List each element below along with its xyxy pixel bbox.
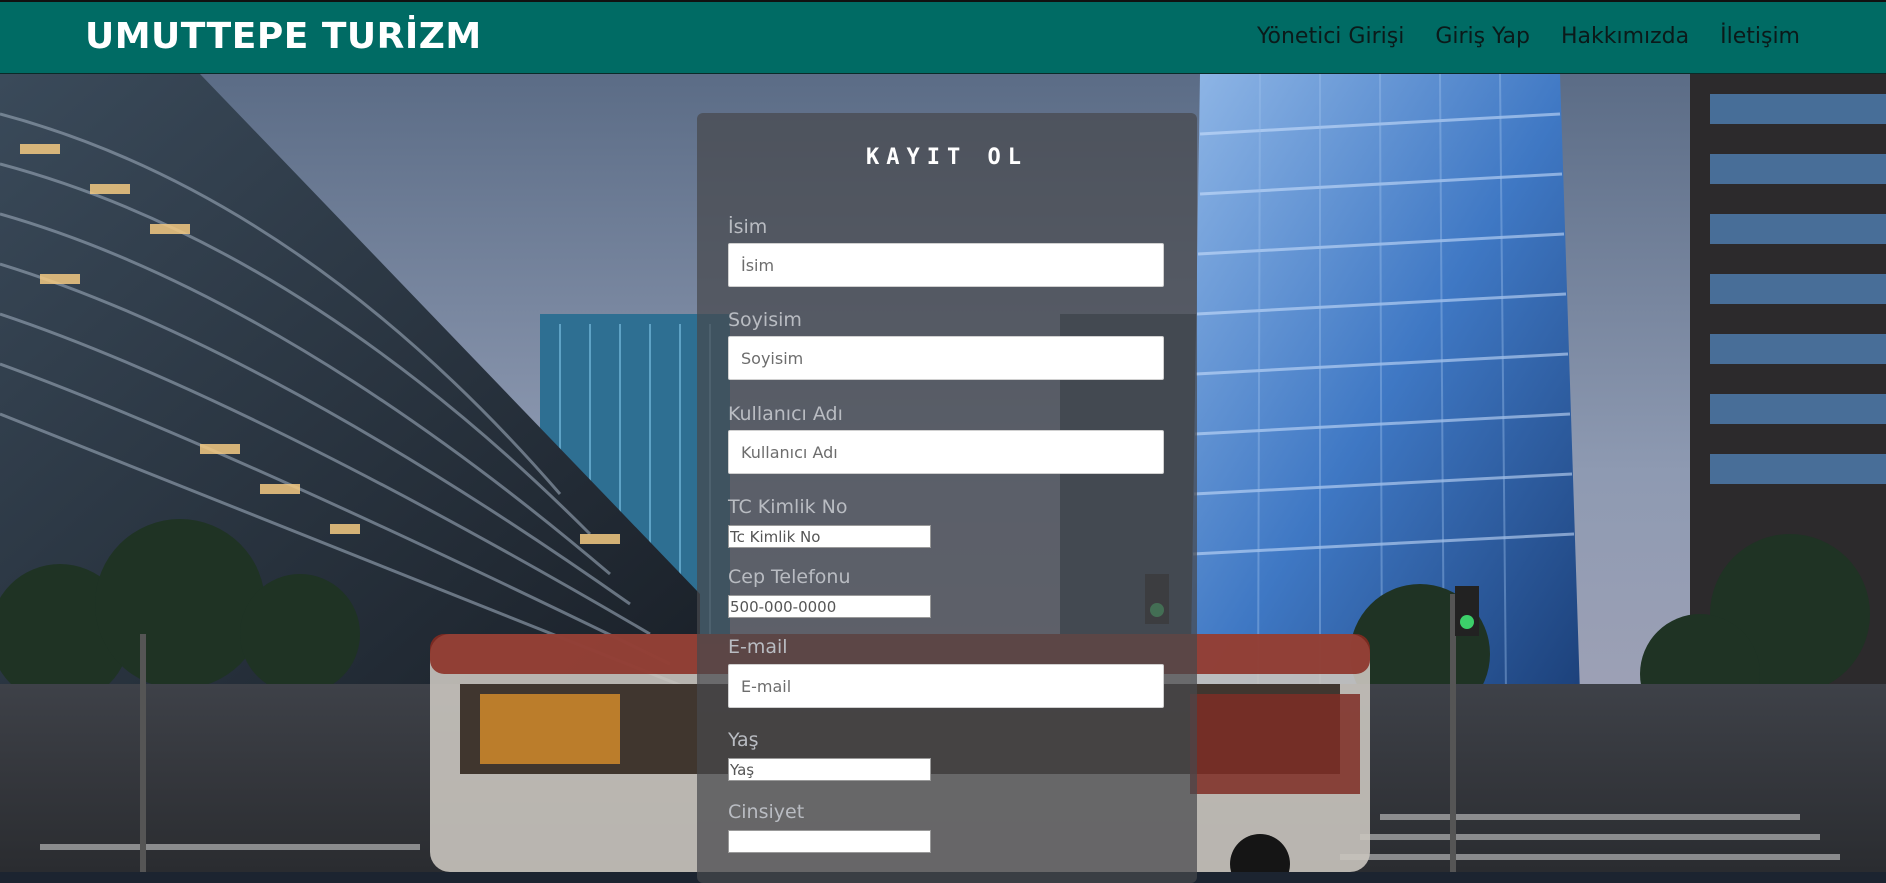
register-title: KAYIT OL	[866, 145, 1028, 170]
label-username: Kullanıcı Adı	[728, 403, 843, 425]
gender-input[interactable]	[728, 830, 931, 853]
top-navbar: UMUTTEPE TURİZM Yönetici Girişi Giriş Ya…	[0, 0, 1886, 74]
nav-admin-login[interactable]: Yönetici Girişi	[1257, 24, 1404, 49]
phone-input[interactable]	[728, 595, 931, 618]
nav-contact[interactable]: İletişim	[1720, 24, 1800, 49]
nav-login[interactable]: Giriş Yap	[1435, 24, 1530, 49]
label-age: Yaş	[728, 729, 759, 751]
nav-about[interactable]: Hakkımızda	[1561, 24, 1689, 49]
tc-id-input[interactable]	[728, 525, 931, 548]
brand-logo[interactable]: UMUTTEPE TURİZM	[85, 16, 482, 57]
email-input[interactable]	[728, 664, 1164, 708]
label-phone: Cep Telefonu	[728, 566, 851, 588]
label-email: E-mail	[728, 636, 788, 658]
main-nav: Yönetici Girişi Giriş Yap Hakkımızda İle…	[1257, 24, 1800, 49]
label-gender: Cinsiyet	[728, 801, 805, 823]
label-first-name: İsim	[728, 216, 768, 238]
username-input[interactable]	[728, 430, 1164, 474]
age-input[interactable]	[728, 758, 931, 781]
last-name-input[interactable]	[728, 336, 1164, 380]
label-last-name: Soyisim	[728, 309, 802, 331]
register-card: KAYIT OL İsim Soyisim Kullanıcı Adı TC K…	[697, 113, 1197, 883]
first-name-input[interactable]	[728, 243, 1164, 287]
label-tc-id: TC Kimlik No	[728, 496, 848, 518]
